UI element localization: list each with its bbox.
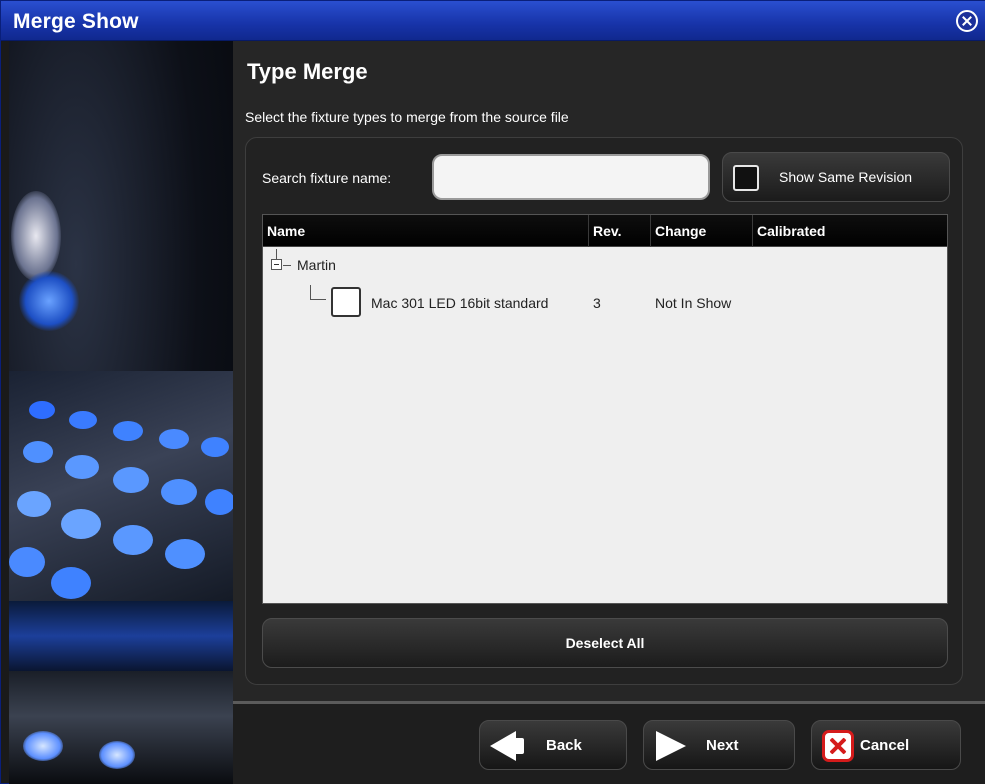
content-panel: Type Merge Select the fixture types to m… xyxy=(233,41,985,703)
table-header: Name Rev. Change Calibrated xyxy=(263,215,947,247)
merge-show-dialog: Merge Show Type Merge Select the fixture… xyxy=(0,0,985,784)
search-label: Search fixture name: xyxy=(262,170,392,186)
row-checkbox[interactable] xyxy=(331,287,361,317)
deselect-all-button[interactable]: Deselect All xyxy=(262,618,948,668)
next-label: Next xyxy=(706,737,739,754)
cancel-button[interactable]: Cancel xyxy=(811,720,961,770)
wizard-footer: Back Next Cancel xyxy=(233,701,985,784)
column-header-rev[interactable]: Rev. xyxy=(589,215,651,247)
cell-name: Mac 301 LED 16bit standard xyxy=(371,295,549,311)
cell-change: Not In Show xyxy=(655,295,732,311)
same-revision-checkbox[interactable] xyxy=(733,165,759,191)
cell-rev: 3 xyxy=(593,295,601,311)
close-icon[interactable] xyxy=(956,10,978,32)
column-header-change[interactable]: Change xyxy=(651,215,753,247)
show-same-revision-toggle[interactable]: Show Same Revision xyxy=(722,152,950,202)
table-row[interactable]: Mac 301 LED 16bit standard 3 Not In Show xyxy=(263,285,947,321)
column-header-name[interactable]: Name xyxy=(263,215,589,247)
page-title: Type Merge xyxy=(247,59,368,84)
decorative-lighting-image xyxy=(9,41,233,784)
back-button[interactable]: Back xyxy=(479,720,627,770)
page-subtitle: Select the fixture types to merge from t… xyxy=(245,109,569,125)
cancel-x-icon xyxy=(822,730,854,762)
table-body: Martin Mac 301 LED 16bit standard 3 Not … xyxy=(263,247,947,603)
column-header-calibrated[interactable]: Calibrated xyxy=(753,215,947,247)
fixture-selection-group: Search fixture name: Show Same Revision … xyxy=(245,137,963,685)
window-title: Merge Show xyxy=(13,10,139,33)
same-revision-label: Show Same Revision xyxy=(779,169,913,185)
back-label: Back xyxy=(546,737,582,754)
cancel-label: Cancel xyxy=(860,737,910,754)
arrow-right-icon xyxy=(656,731,686,761)
fixture-table: Name Rev. Change Calibrated Martin Mac 3… xyxy=(262,214,948,604)
collapse-icon[interactable] xyxy=(271,259,282,270)
search-input[interactable] xyxy=(432,154,710,200)
tree-group-label: Martin xyxy=(297,257,336,273)
title-bar: Merge Show xyxy=(1,1,985,41)
next-button[interactable]: Next xyxy=(643,720,795,770)
